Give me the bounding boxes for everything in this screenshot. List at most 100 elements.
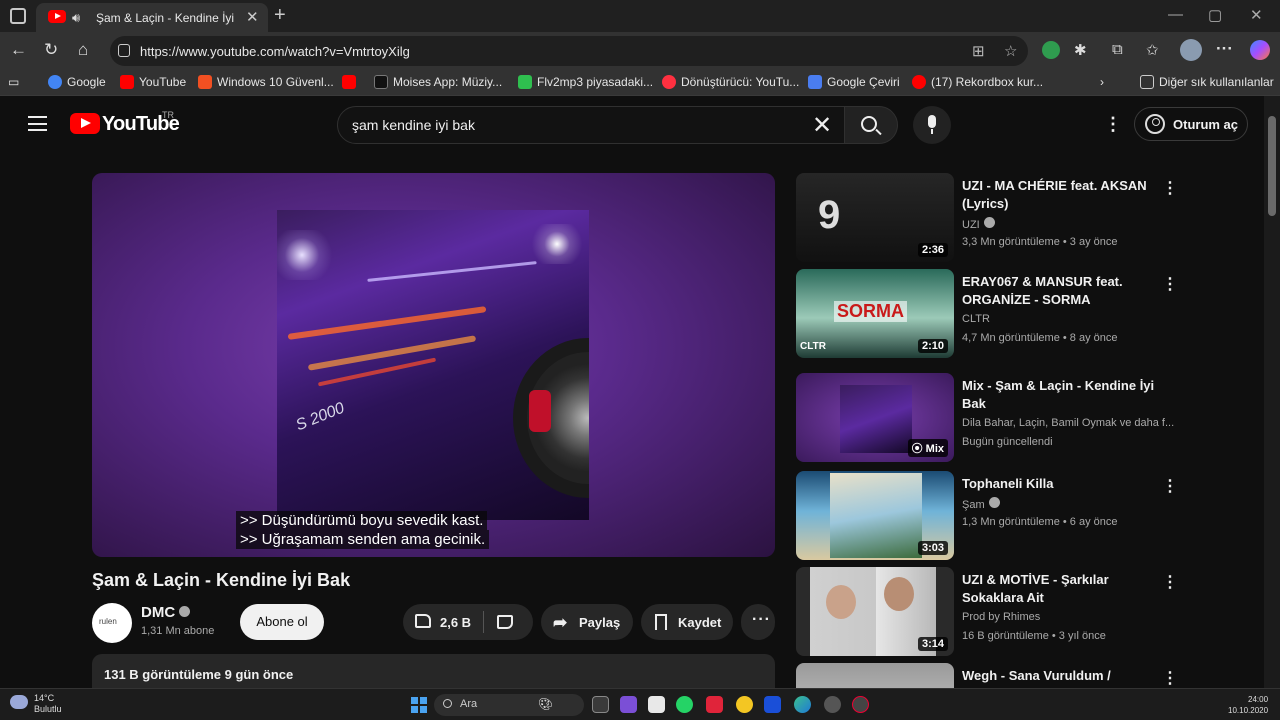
recommended-channel[interactable]: Şam [962, 497, 1000, 511]
read-mode-icon[interactable]: ▭ [8, 75, 19, 89]
more-options-icon[interactable]: ⋮ [1162, 274, 1178, 294]
recommended-video[interactable]: 3:03 Tophaneli Killa Şam 1,3 Mn görüntül… [796, 471, 1196, 561]
video-thumbnail[interactable]: SORMA CLTR 2:10 [796, 269, 954, 358]
like-icon[interactable] [415, 614, 431, 628]
windows-start-icon[interactable] [411, 697, 427, 713]
settings-more-icon[interactable]: ⋮ [1104, 114, 1122, 135]
more-options-icon[interactable]: ⋮ [1162, 476, 1178, 496]
close-window-icon[interactable]: ✕ [1250, 6, 1263, 24]
more-options-icon[interactable]: ⋮ [1162, 572, 1178, 592]
youtube-favicon-icon [48, 10, 66, 23]
taskbar-search[interactable]: Ara 🎨︎ [434, 694, 584, 716]
page-scrollbar[interactable] [1264, 96, 1280, 688]
save-button[interactable]: Kaydet [641, 604, 733, 640]
recommended-title[interactable]: UZI - MA CHÉRIE feat. AKSAN (Lyrics) [962, 177, 1162, 213]
description-box[interactable]: 131 B görüntüleme 9 gün önce [92, 654, 775, 688]
settings-icon[interactable] [824, 696, 841, 713]
recommended-channel[interactable]: UZI [962, 217, 995, 231]
recommended-channel[interactable]: CLTR [962, 313, 990, 325]
bookmark-item[interactable]: Windows 10 Güvenl... [198, 75, 334, 89]
address-bar[interactable]: https://www.youtube.com/watch?v=VmtrtoyX… [110, 36, 1028, 66]
browser-tab[interactable]: 🔊︎ Şam & Laçin - Kendine İyi B ✕ [36, 3, 268, 32]
tab-close-icon[interactable]: ✕ [246, 8, 259, 26]
recommended-video[interactable]: SORMA CLTR 2:10 ERAY067 & MANSUR feat. O… [796, 269, 1196, 359]
favorite-star-icon[interactable]: ☆ [1004, 42, 1017, 60]
home-icon[interactable]: ⌂ [78, 40, 88, 60]
weather-condition: Bulutlu [34, 704, 62, 714]
more-actions-button[interactable]: ··· [741, 604, 775, 640]
split-screen-icon[interactable]: ⧉ [1112, 41, 1123, 58]
extension-icon[interactable]: ✱ [1074, 41, 1087, 59]
scrollbar-thumb[interactable] [1268, 116, 1276, 216]
edge-icon[interactable] [794, 696, 811, 713]
bookmark-item[interactable]: Google Çeviri [808, 75, 900, 89]
video-thumbnail[interactable]: 3:14 [796, 567, 954, 656]
other-favorites[interactable]: Diğer sık kullanılanlar [1140, 75, 1274, 89]
task-view-icon[interactable] [592, 696, 609, 713]
sign-in-button[interactable]: Oturum aç [1134, 107, 1248, 141]
browser-menu-icon[interactable]: ··· [1216, 39, 1233, 59]
minimize-icon[interactable]: — [1168, 6, 1183, 23]
bookmark-item[interactable]: Flv2mp3 piyasadaki... [518, 75, 653, 89]
refresh-icon[interactable]: ↻ [44, 40, 58, 60]
bookmark-item[interactable]: (17) Rekordbox kur... [912, 75, 1043, 89]
recommended-title[interactable]: Mix - Şam & Laçin - Kendine İyi Bak [962, 377, 1162, 413]
video-thumbnail[interactable]: ⦿ Mix [796, 373, 954, 462]
video-thumbnail[interactable]: 9 2:36 [796, 173, 954, 262]
media-app-icon[interactable] [706, 696, 723, 713]
bookmarks-more-icon[interactable]: › [1100, 75, 1104, 89]
search-query[interactable]: şam kendine iyi bak [352, 117, 475, 133]
profile-avatar[interactable] [1180, 39, 1202, 61]
clear-search-icon[interactable]: ✕ [812, 111, 832, 140]
recommended-video[interactable]: 9 2:36 UZI - MA CHÉRIE feat. AKSAN (Lyri… [796, 173, 1196, 263]
notepad-icon[interactable] [648, 696, 665, 713]
recommended-video[interactable]: 3:14 UZI & MOTİVE - Şarkılar Sokaklara A… [796, 567, 1196, 657]
dislike-icon[interactable] [497, 615, 513, 629]
system-clock[interactable]: 24:00 10.10.2020 [1228, 694, 1268, 716]
app-icon[interactable] [852, 696, 869, 713]
speaker-icon[interactable]: 🔊︎ [72, 10, 80, 26]
bookmark-item[interactable] [342, 75, 361, 89]
channel-name[interactable]: DMC [141, 604, 191, 621]
recommended-title[interactable]: UZI & MOTİVE - Şarkılar Sokaklara Ait [962, 571, 1162, 607]
channel-avatar[interactable]: rulen [92, 603, 132, 643]
recommended-video[interactable]: Wegh - Sana Vuruldum / ⋮ [796, 663, 1196, 688]
share-button[interactable]: ➦ Paylaş [541, 604, 633, 640]
tab-actions-icon[interactable] [10, 8, 26, 24]
recommended-channel[interactable]: Dila Bahar, Laçin, Bamil Oymak ve daha f… [962, 417, 1174, 429]
favorites-icon[interactable]: ✩ [1146, 41, 1159, 59]
apps-icon[interactable]: ⊞ [972, 42, 985, 60]
video-player[interactable]: S 2000 >> Düşündürümü boyu sevedik kast.… [92, 173, 775, 557]
like-count[interactable]: 2,6 B [440, 615, 471, 630]
norton-icon[interactable] [736, 696, 753, 713]
back-icon[interactable]: ← [10, 40, 27, 60]
video-thumbnail[interactable] [796, 663, 954, 688]
copilot-icon[interactable] [1250, 40, 1270, 60]
search-input[interactable]: şam kendine iyi bak ✕ [337, 106, 845, 144]
site-info-icon[interactable] [118, 44, 130, 57]
extension-shield-icon[interactable] [1042, 41, 1060, 59]
subscribe-button[interactable]: Abone ol [240, 604, 324, 640]
recommended-video[interactable]: ⦿ Mix Mix - Şam & Laçin - Kendine İyi Ba… [796, 373, 1196, 463]
bookmark-item[interactable]: Dönüştürücü: YouTu... [662, 75, 799, 89]
search-button[interactable] [844, 106, 898, 144]
bookmark-item[interactable]: Google [48, 75, 106, 89]
url-text[interactable]: https://www.youtube.com/watch?v=VmtrtoyX… [140, 44, 410, 59]
youtube-logo-icon[interactable] [70, 113, 100, 134]
launcher-icon[interactable] [764, 696, 781, 713]
menu-icon[interactable] [28, 116, 47, 131]
more-options-icon[interactable]: ⋮ [1162, 178, 1178, 198]
video-thumbnail[interactable]: 3:03 [796, 471, 954, 560]
new-tab-icon[interactable]: + [274, 4, 286, 27]
whatsapp-icon[interactable] [676, 696, 693, 713]
recommended-channel[interactable]: Prod by Rhimes [962, 611, 1040, 623]
more-options-icon[interactable]: ⋮ [1162, 668, 1178, 688]
bookmark-item[interactable]: Moises App: Müziy... [374, 75, 502, 89]
recommended-title[interactable]: ERAY067 & MANSUR feat. ORGANİZE - SORMA [962, 273, 1162, 309]
maximize-icon[interactable]: ▢ [1208, 6, 1222, 24]
recommended-title[interactable]: Tophaneli Killa [962, 475, 1162, 493]
recommended-title[interactable]: Wegh - Sana Vuruldum / [962, 667, 1162, 685]
bookmark-item[interactable]: YouTube [120, 75, 186, 89]
visual-studio-icon[interactable] [620, 696, 637, 713]
voice-search-icon[interactable] [913, 106, 951, 144]
